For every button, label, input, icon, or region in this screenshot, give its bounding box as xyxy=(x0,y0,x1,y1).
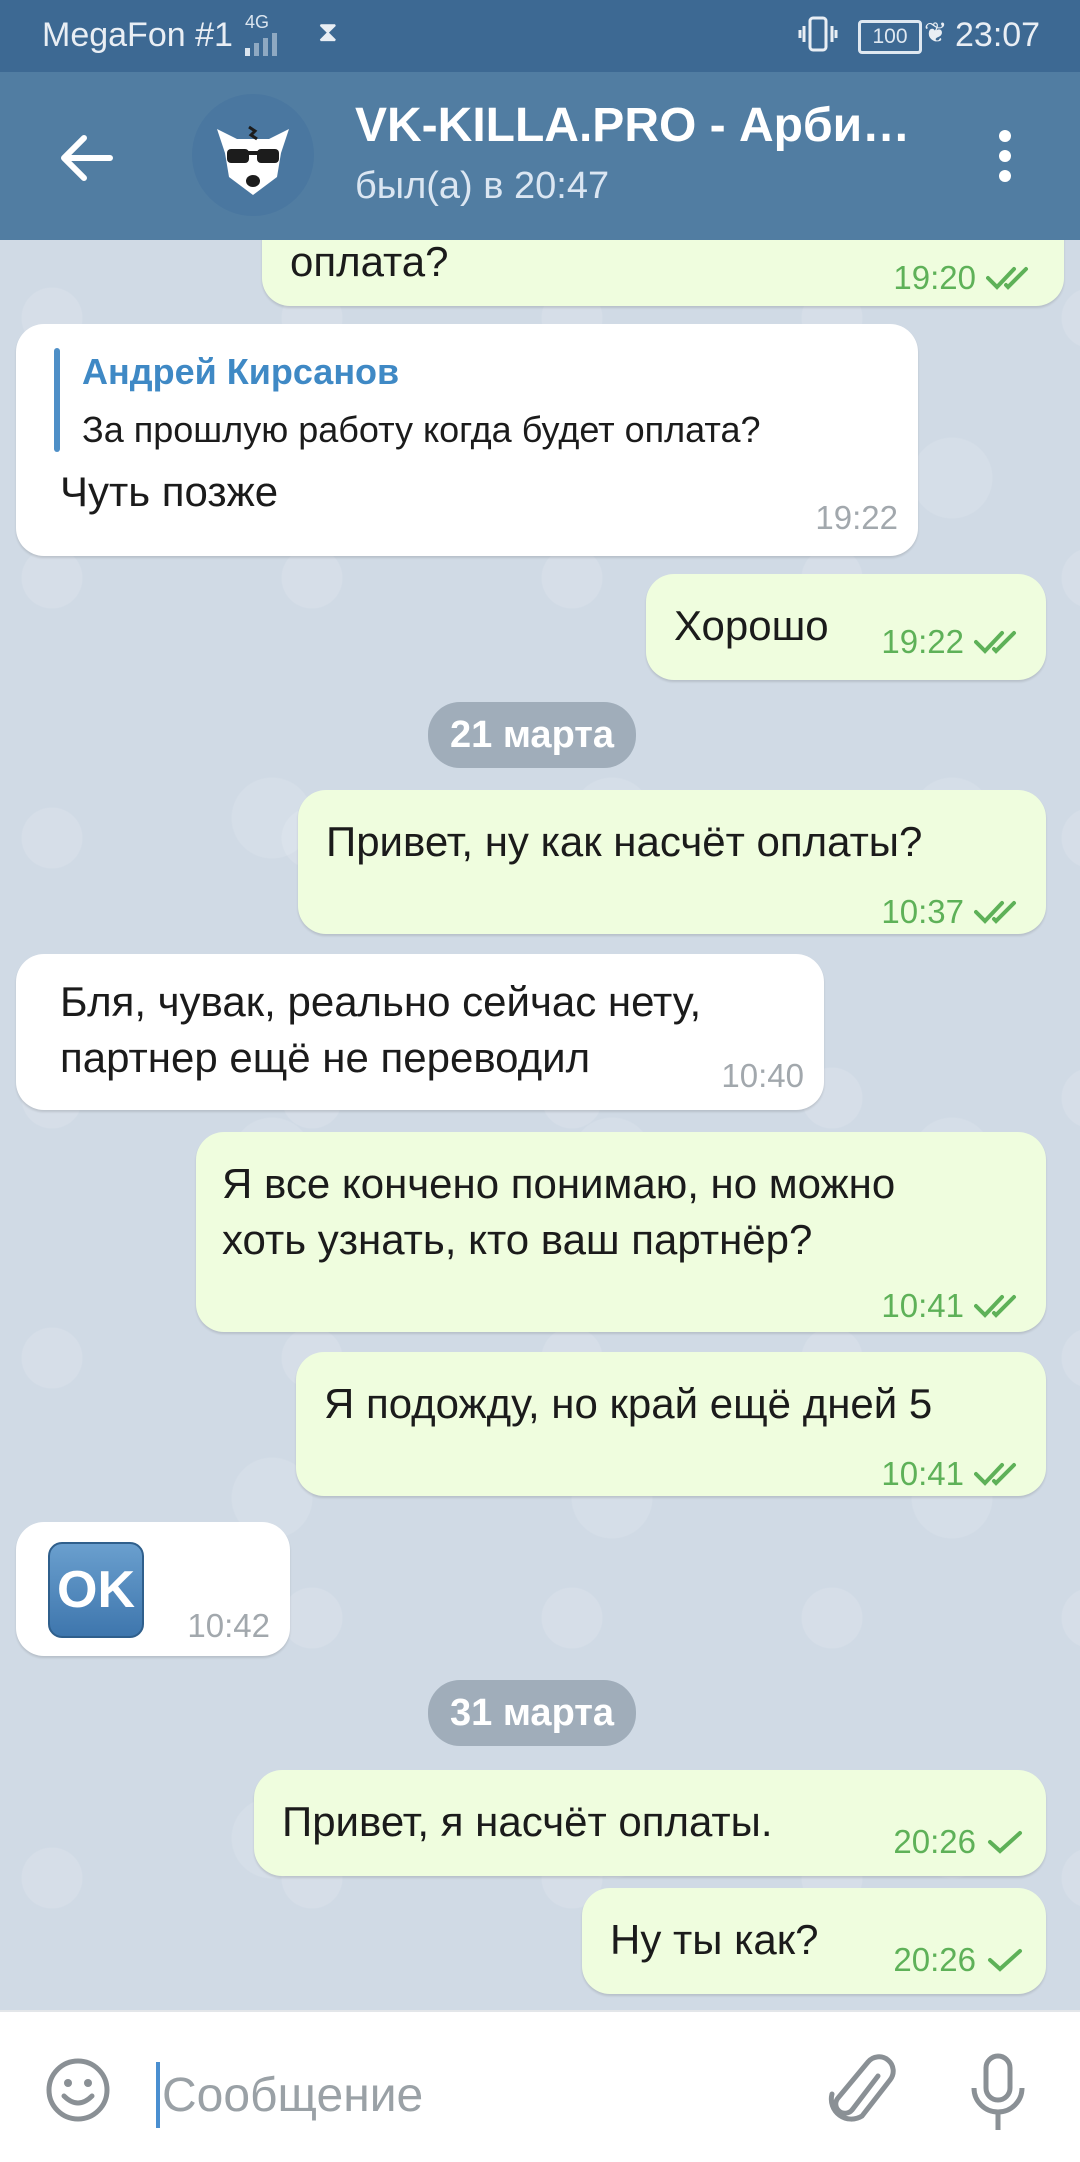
message-time: 10:40 xyxy=(721,1057,804,1094)
double-check-icon xyxy=(974,631,1016,654)
message-text-line: хоть узнать, кто ваш партнёр? xyxy=(222,1216,813,1263)
date-separator: 21 марта xyxy=(428,702,637,768)
message-time: 10:42 xyxy=(187,1607,270,1644)
carrier-label: MegaFon #1 xyxy=(42,16,233,54)
incoming-message[interactable]: Андрей Кирсанов За прошлую работу когда … xyxy=(16,324,918,556)
hourglass-icon: ⧗ xyxy=(318,16,338,47)
date-separator: 31 марта xyxy=(428,1680,637,1746)
message-text-line: партнер ещё не переводил xyxy=(60,1034,591,1081)
last-seen-status: был(а) в 20:47 xyxy=(355,165,610,207)
double-check-icon xyxy=(974,901,1016,924)
reply-author[interactable]: Андрей Кирсанов xyxy=(82,344,399,400)
message-text: Привет, ну как насчёт оплаты? xyxy=(326,818,923,865)
message-text: Чуть позже xyxy=(60,468,279,515)
battery-indicator: 100 xyxy=(858,20,922,54)
network-type: 4G xyxy=(245,12,270,32)
signal-bars-icon xyxy=(245,33,277,56)
message-time: 19:22 xyxy=(881,623,964,660)
incoming-message[interactable]: Бля, чувак, реально сейчас нету, партнер… xyxy=(16,954,824,1110)
message-time: 10:41 xyxy=(881,1455,964,1492)
outgoing-message[interactable]: Привет, я насчёт оплаты. 20:26 xyxy=(254,1770,1046,1876)
message-text: Хорошо xyxy=(674,602,829,649)
double-check-icon xyxy=(974,1463,1016,1486)
more-vertical-icon xyxy=(985,130,1025,182)
message-time: 10:41 xyxy=(881,1287,964,1324)
outgoing-message[interactable]: Я подожду, но край ещё дней 5 10:41 xyxy=(296,1352,1046,1496)
paperclip-icon xyxy=(828,2054,896,2122)
outgoing-message[interactable]: оплата? 19:20 xyxy=(262,240,1064,306)
avatar[interactable] xyxy=(192,94,314,216)
signal-icon: 4G xyxy=(245,12,285,58)
microphone-icon xyxy=(971,2053,1025,2130)
more-menu-button[interactable] xyxy=(985,124,1025,194)
incoming-message[interactable]: OK 10:42 xyxy=(16,1522,290,1656)
double-check-icon xyxy=(986,267,1028,290)
emoji-button[interactable] xyxy=(44,2056,112,2124)
clock: 23:07 xyxy=(955,16,1041,54)
message-input[interactable] xyxy=(160,2058,804,2132)
smiley-icon xyxy=(46,2058,110,2122)
double-check-icon xyxy=(974,1295,1016,1318)
dog-sunglasses-icon xyxy=(217,125,289,195)
single-check-icon xyxy=(988,1949,1022,1972)
message-time: 10:37 xyxy=(881,893,964,930)
message-time: 20:26 xyxy=(893,1941,976,1978)
message-composer xyxy=(0,2010,1080,2162)
message-text-line: Я все кончено понимаю, но можно xyxy=(222,1160,896,1207)
message-text: Ну ты как? xyxy=(610,1916,819,1963)
status-bar: MegaFon #1 4G ⧗ 100 ❦ 23:07 xyxy=(0,0,1080,72)
ok-emoji: OK xyxy=(48,1542,144,1638)
arrow-left-icon xyxy=(61,135,113,181)
outgoing-message[interactable]: Привет, ну как насчёт оплаты? 10:37 xyxy=(298,790,1046,934)
outgoing-message[interactable]: Ну ты как? 20:26 xyxy=(582,1888,1046,1994)
chat-title[interactable]: VK-KILLA.PRO - Арби… xyxy=(355,98,910,153)
reply-text[interactable]: За прошлую работу когда будет оплата? xyxy=(82,402,761,458)
message-text-line: Бля, чувак, реально сейчас нету, xyxy=(60,978,702,1025)
message-text: оплата? xyxy=(290,240,449,285)
voice-message-button[interactable] xyxy=(968,2052,1028,2136)
reply-quote-bar xyxy=(54,348,60,452)
single-check-icon xyxy=(988,1831,1022,1854)
message-time: 20:26 xyxy=(893,1823,976,1860)
attach-button[interactable] xyxy=(828,2054,898,2134)
message-list[interactable]: оплата? 19:20 Андрей Кирсанов За прошлую… xyxy=(0,240,1080,2010)
message-time: 19:22 xyxy=(815,499,898,536)
message-text: Я подожду, но край ещё дней 5 xyxy=(324,1380,933,1427)
message-time: 19:20 xyxy=(893,259,976,296)
back-button[interactable] xyxy=(52,122,124,194)
leaf-icon: ❦ xyxy=(924,17,948,48)
chat-header: VK-KILLA.PRO - Арби… был(а) в 20:47 xyxy=(0,72,1080,240)
outgoing-message[interactable]: Хорошо 19:22 xyxy=(646,574,1046,680)
vibrate-icon xyxy=(798,14,838,62)
message-text: Привет, я насчёт оплаты. xyxy=(282,1798,773,1845)
outgoing-message[interactable]: Я все кончено понимаю, но можно хоть узн… xyxy=(196,1132,1046,1332)
